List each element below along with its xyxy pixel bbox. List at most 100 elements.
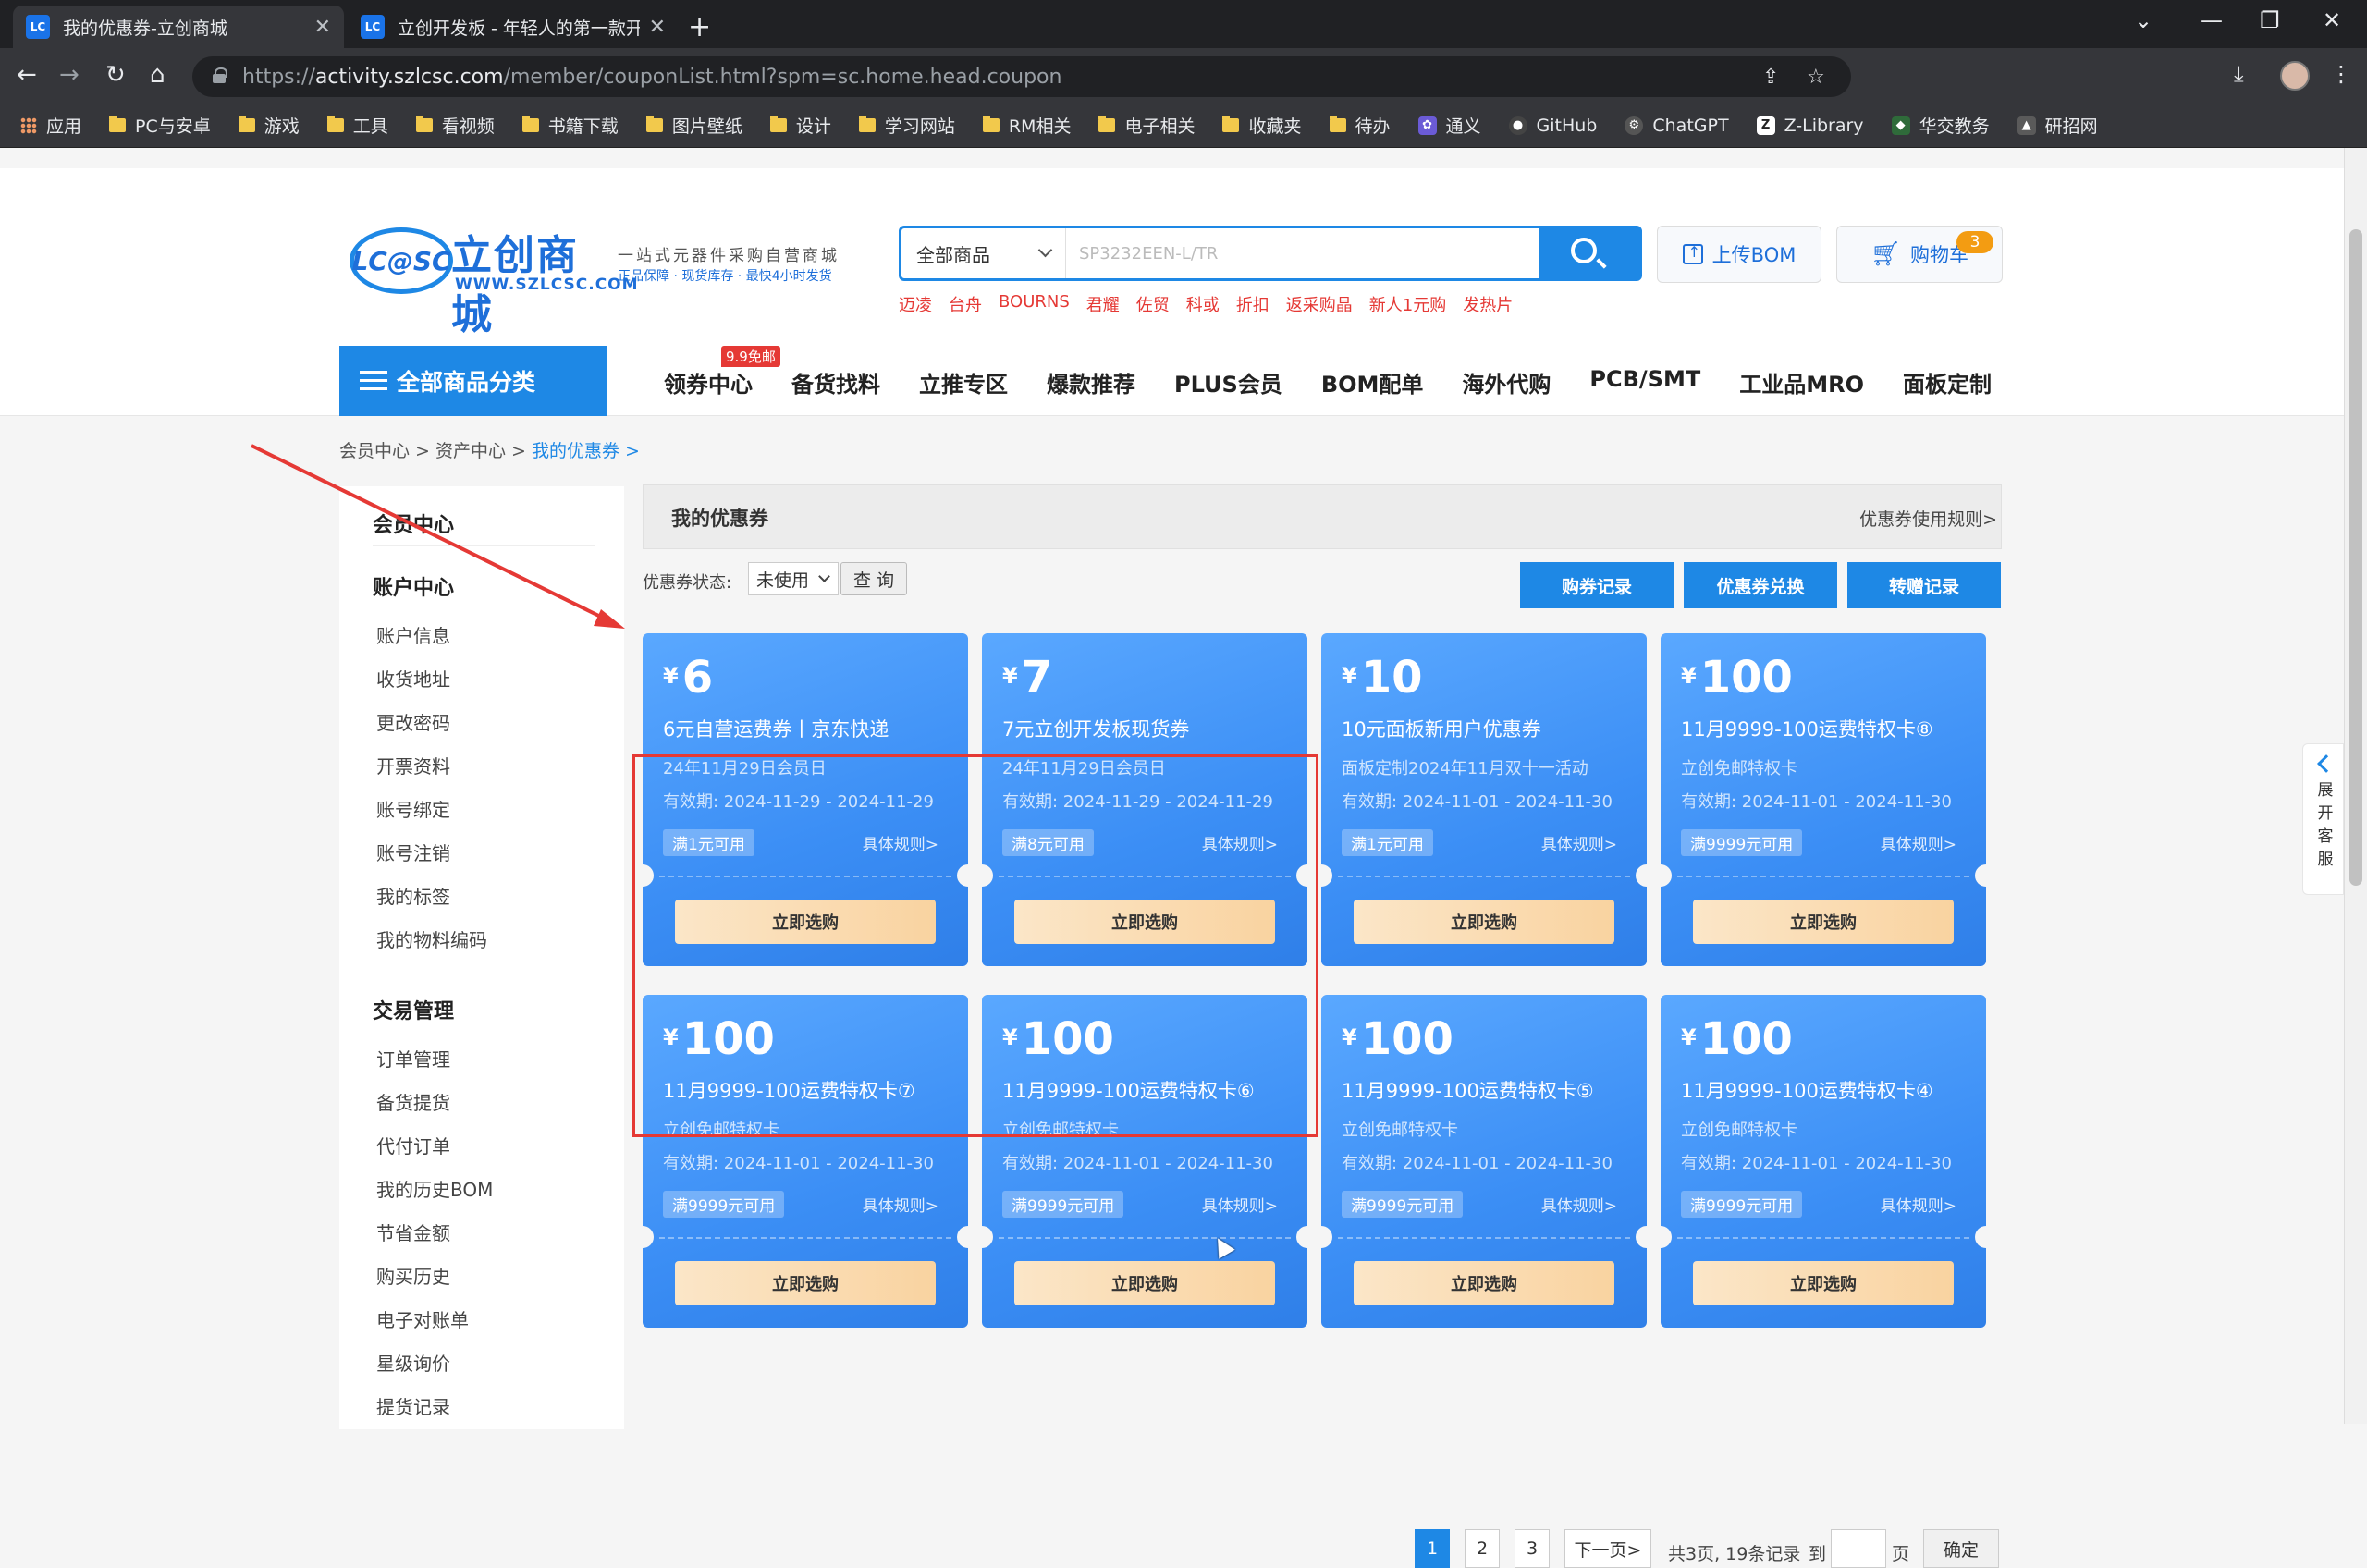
hot-keyword[interactable]: 迈凌 — [899, 292, 932, 316]
search-category-select[interactable]: 全部商品 — [901, 228, 1066, 278]
customer-service-float[interactable]: 展开客服 — [2302, 743, 2344, 895]
bookmark-yanzhao[interactable]: ▲ 研招网 — [2017, 113, 2098, 138]
search-input[interactable]: SP3232EEN-L/TR — [1079, 228, 1218, 278]
close-tab-icon[interactable]: ✕ — [649, 16, 666, 39]
sidebar-item[interactable]: 账号绑定 — [376, 795, 450, 822]
sidebar-item[interactable]: 收货地址 — [376, 665, 450, 692]
sidebar-item[interactable]: 星级询价 — [376, 1349, 450, 1376]
nav-item-mro[interactable]: 工业品MRO — [1739, 366, 1864, 398]
buy-now-button[interactable]: 立即选购 — [675, 1261, 936, 1305]
bookmark-chatgpt[interactable]: ⚙ ChatGPT — [1625, 116, 1729, 136]
coupon-rules-link[interactable]: 具体规则> — [1541, 1193, 1617, 1216]
bookmark-folder[interactable]: 设计 — [769, 113, 831, 138]
bookmark-folder[interactable]: 游戏 — [238, 113, 300, 138]
hot-keyword[interactable]: 佐贸 — [1136, 292, 1170, 316]
hot-keyword[interactable]: 君耀 — [1086, 292, 1120, 316]
bookmark-apps[interactable]: 应用 — [20, 113, 81, 138]
bookmark-folder[interactable]: 图片壁纸 — [645, 113, 742, 138]
close-window-icon[interactable]: ✕ — [2323, 7, 2341, 33]
coupon-rules-link[interactable]: 具体规则> — [1202, 1193, 1278, 1216]
tab-dev-board[interactable]: LC 立创开发板 - 年轻人的第一款开 ✕ — [348, 6, 679, 48]
purchase-records-button[interactable]: 购券记录 — [1520, 562, 1674, 608]
transfer-records-button[interactable]: 转赠记录 — [1847, 562, 2001, 608]
sidebar-item[interactable]: 电子对账单 — [376, 1305, 469, 1332]
url-field[interactable]: https://activity.szlcsc.com/member/coupo… — [192, 56, 1851, 97]
breadcrumb-assets[interactable]: 资产中心 > — [435, 441, 532, 461]
hot-keyword[interactable]: 台舟 — [949, 292, 982, 316]
bookmark-folder[interactable]: 待办 — [1329, 113, 1391, 138]
bookmark-folder[interactable]: RM相关 — [982, 113, 1071, 138]
bookmark-folder[interactable]: 学习网站 — [858, 113, 955, 138]
nav-item-stock[interactable]: 备货找料 — [791, 366, 880, 398]
tab-search-chevron-icon[interactable]: ⌄ — [2134, 7, 2152, 33]
bookmark-folder[interactable]: 看视频 — [415, 113, 495, 138]
confirm-page-button[interactable]: 确定 — [1923, 1529, 1999, 1568]
hot-keyword[interactable]: 科或 — [1186, 292, 1220, 316]
buy-now-button[interactable]: 立即选购 — [1693, 900, 1954, 944]
sidebar-item[interactable]: 代付订单 — [376, 1132, 450, 1158]
buy-now-button[interactable]: 立即选购 — [1354, 1261, 1614, 1305]
share-icon[interactable]: ⇪ — [1762, 66, 1779, 89]
nav-item-bom[interactable]: BOM配单 — [1321, 366, 1424, 398]
bookmark-folder[interactable]: 工具 — [326, 113, 388, 138]
coupon-status-select[interactable]: 未使用 — [748, 562, 839, 595]
sidebar-title[interactable]: 会员中心 — [373, 508, 454, 538]
sidebar-item[interactable]: 账号注销 — [376, 839, 450, 865]
nav-item-plus[interactable]: PLUS会员 — [1174, 366, 1282, 398]
sidebar-item[interactable]: 我的物料编码 — [376, 925, 487, 952]
minimize-icon[interactable]: — — [2201, 7, 2223, 33]
tab-coupons[interactable]: LC 我的优惠券-立创商城 ✕ — [13, 6, 344, 48]
nav-item-panel[interactable]: 面板定制 — [1903, 366, 1992, 398]
bookmark-github[interactable]: ● GitHub — [1508, 116, 1597, 136]
hot-keyword[interactable]: BOURNS — [999, 292, 1070, 316]
forward-icon[interactable]: → — [59, 61, 80, 89]
coupon-rules-link[interactable]: 优惠券使用规则> — [1859, 506, 1997, 531]
coupon-rules-link[interactable]: 具体规则> — [1881, 1193, 1956, 1216]
page-button[interactable]: 3 — [1515, 1529, 1550, 1568]
sidebar-item[interactable]: 提货记录 — [376, 1392, 450, 1419]
bookmark-star-icon[interactable]: ☆ — [1807, 66, 1825, 89]
bookmark-folder[interactable]: 书籍下载 — [521, 113, 619, 138]
bookmark-huajiao[interactable]: ◆ 华交教务 — [1891, 113, 1990, 138]
download-icon[interactable]: ⤓ — [2234, 61, 2244, 87]
sidebar-item[interactable]: 开票资料 — [376, 752, 450, 778]
upload-bom-button[interactable]: 上传BOM — [1657, 226, 1821, 283]
hot-keyword[interactable]: 返采购晶 — [1286, 292, 1353, 316]
query-button[interactable]: 查 询 — [840, 562, 907, 595]
nav-item-recommend[interactable]: 立推专区 — [919, 366, 1008, 398]
avatar[interactable] — [2280, 61, 2310, 91]
buy-now-button[interactable]: 立即选购 — [1354, 900, 1614, 944]
reload-icon[interactable]: ↻ — [105, 61, 126, 89]
sidebar-item[interactable]: 订单管理 — [376, 1045, 450, 1072]
sidebar-item[interactable]: 购买历史 — [376, 1262, 450, 1289]
bookmark-folder[interactable]: 电子相关 — [1098, 113, 1195, 138]
more-menu-icon[interactable]: ⋮ — [2330, 61, 2352, 87]
bookmark-folder[interactable]: 收藏夹 — [1222, 113, 1302, 138]
sidebar-item[interactable]: 备货提货 — [376, 1088, 450, 1115]
site-logo[interactable]: LC@SC 立创商城 WWW.SZLCSC.COM — [346, 220, 638, 338]
back-icon[interactable]: ← — [17, 61, 37, 89]
sidebar-item[interactable]: 我的历史BOM — [376, 1175, 493, 1202]
sidebar-item[interactable]: 更改密码 — [376, 708, 450, 735]
nav-item-pcb[interactable]: PCB/SMT — [1589, 366, 1700, 398]
breadcrumb-member[interactable]: 会员中心 > — [339, 441, 435, 461]
coupon-rules-link[interactable]: 具体规则> — [1541, 831, 1617, 854]
all-categories-button[interactable]: 全部商品分类 — [339, 346, 607, 416]
page-scrollbar[interactable] — [2344, 148, 2367, 1424]
hot-keyword[interactable]: 新人1元购 — [1369, 292, 1446, 316]
sidebar-item[interactable]: 我的标签 — [376, 882, 450, 909]
home-icon[interactable]: ⌂ — [150, 61, 166, 89]
hot-keyword[interactable]: 折扣 — [1236, 292, 1269, 316]
buy-now-button[interactable]: 立即选购 — [1014, 1261, 1275, 1305]
coupon-exchange-button[interactable]: 优惠券兑换 — [1684, 562, 1837, 608]
nav-item-overseas[interactable]: 海外代购 — [1462, 366, 1551, 398]
new-tab-icon[interactable]: + — [688, 11, 711, 43]
buy-now-button[interactable]: 立即选购 — [1693, 1261, 1954, 1305]
bookmark-folder[interactable]: PC与安卓 — [109, 113, 211, 138]
goto-page-input[interactable] — [1831, 1529, 1886, 1568]
next-page-button[interactable]: 下一页> — [1564, 1529, 1651, 1568]
page-button[interactable]: 1 — [1415, 1529, 1450, 1568]
scrollbar-thumb[interactable] — [2349, 229, 2362, 886]
nav-item-coupon-center[interactable]: 领券中心 — [664, 366, 753, 398]
close-tab-icon[interactable]: ✕ — [314, 16, 331, 39]
